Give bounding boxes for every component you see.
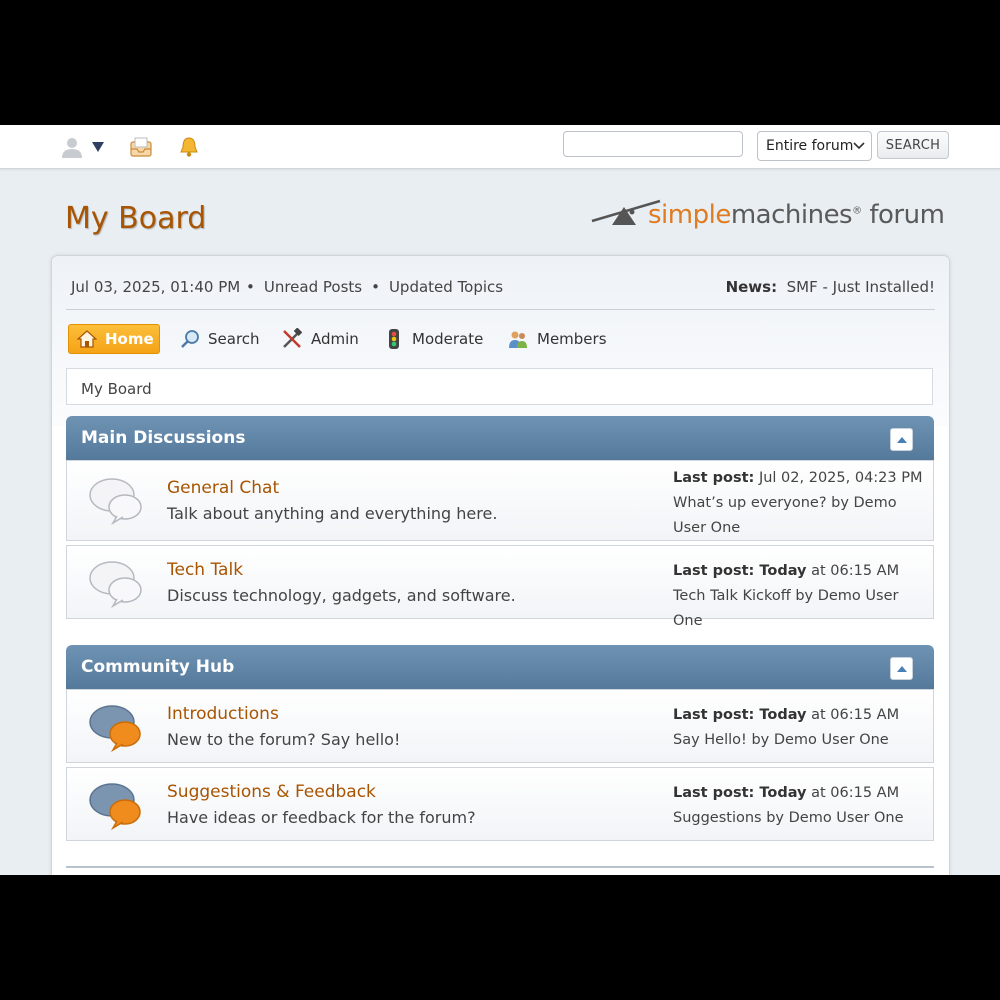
speech-bubbles-new-icon: [89, 705, 141, 753]
board-title-link[interactable]: General Chat: [167, 478, 279, 498]
quick-links: • Unread Posts • Updated Topics: [246, 278, 504, 296]
category-community-hub: Community Hub Introductions New to the f…: [66, 645, 934, 841]
board-title-link[interactable]: Introductions: [167, 704, 279, 724]
current-datetime: Jul 03, 2025, 01:40 PM: [71, 278, 241, 296]
board-last-post: Last post: Today at 06:15 AM Suggestions…: [673, 785, 904, 826]
user-menu-dropdown[interactable]: [86, 135, 110, 159]
news-text: SMF - Just Installed!: [786, 278, 935, 296]
tools-icon: [283, 328, 303, 348]
last-post-topic-link[interactable]: Tech Talk Kickoff by Demo User One: [673, 588, 898, 629]
members-icon: [509, 331, 527, 348]
last-post-topic-link[interactable]: Suggestions by Demo User One: [673, 810, 904, 826]
board-description: New to the forum? Say hello!: [167, 730, 401, 749]
search-input[interactable]: [563, 131, 743, 157]
board-description: Have ideas or feedback for the forum?: [167, 808, 476, 827]
news-ticker: News: SMF - Just Installed!: [726, 278, 935, 296]
traffic-light-icon: [389, 329, 399, 349]
board-title-link[interactable]: Tech Talk: [167, 560, 243, 580]
chevron-up-icon: [896, 665, 907, 672]
home-icon: [77, 330, 97, 348]
chevron-up-icon: [896, 436, 907, 443]
user-avatar-icon: [62, 138, 82, 158]
unread-posts-link[interactable]: Unread Posts: [264, 278, 362, 296]
board-title-link[interactable]: Suggestions & Feedback: [167, 782, 376, 802]
caret-down-icon: [92, 142, 104, 152]
top-bar: Entire forum SEARCH: [0, 125, 1000, 169]
category-title[interactable]: Main Discussions: [81, 428, 245, 448]
smf-logo[interactable]: simplemachines® forum: [590, 195, 945, 235]
board-last-post: Last post: Jul 02, 2025, 04:23 PM What’s…: [673, 470, 923, 536]
magnifier-icon: [181, 330, 199, 348]
board-row: Introductions New to the forum? Say hell…: [66, 689, 934, 763]
browser-viewport: Entire forum SEARCH My Board simplemachi…: [0, 125, 1000, 875]
upper-section: Jul 03, 2025, 01:40 PM • Unread Posts • Upd…: [66, 256, 935, 310]
menu-search[interactable]: Search: [180, 324, 260, 354]
board-last-post: Last post: Today at 06:15 AM Say Hello! …: [673, 707, 900, 748]
breadcrumb-home-link[interactable]: My Board: [81, 380, 152, 398]
menu-members[interactable]: Members: [507, 324, 607, 354]
alerts-button[interactable]: [177, 135, 201, 159]
category-header: Main Discussions: [66, 416, 934, 460]
speech-bubbles-new-icon: [89, 783, 141, 831]
forum-title[interactable]: My Board: [65, 201, 206, 236]
collapse-category-button[interactable]: [890, 428, 913, 451]
section-divider: [66, 866, 934, 868]
speech-bubbles-gray-icon: [89, 478, 142, 526]
category-main-discussions: Main Discussions General Chat Talk about…: [66, 416, 934, 629]
messages-button[interactable]: [129, 135, 153, 159]
collapse-category-button[interactable]: [890, 657, 913, 680]
board-row: Tech Talk Discuss technology, gadgets, a…: [66, 545, 934, 629]
board-row: General Chat Talk about anything and eve…: [66, 460, 934, 541]
user-menu[interactable]: [60, 135, 84, 159]
board-row: Suggestions & Feedback Have ideas or fee…: [66, 767, 934, 841]
speech-bubbles-gray-icon: [89, 561, 142, 609]
board-description: Discuss technology, gadgets, and softwar…: [167, 586, 516, 605]
bell-icon: [180, 137, 198, 157]
breadcrumb: My Board: [66, 368, 933, 405]
category-title[interactable]: Community Hub: [81, 657, 234, 677]
smf-logo-text: simplemachines® forum: [648, 200, 945, 230]
search-button[interactable]: SEARCH: [877, 131, 949, 159]
category-header: Community Hub: [66, 645, 934, 689]
updated-topics-link[interactable]: Updated Topics: [389, 278, 503, 296]
last-post-topic-link[interactable]: What’s up everyone? by Demo User One: [673, 495, 897, 536]
inbox-icon: [130, 137, 152, 157]
search-scope-select[interactable]: Entire forum: [757, 131, 872, 161]
content-wrapper: Jul 03, 2025, 01:40 PM • Unread Posts • Upd…: [51, 255, 950, 875]
board-description: Talk about anything and everything here.: [167, 504, 498, 523]
last-post-topic-link[interactable]: Say Hello! by Demo User One: [673, 732, 889, 748]
search-scope-value: Entire forum: [766, 138, 854, 154]
menu-admin[interactable]: Admin: [281, 324, 359, 354]
news-label: News:: [725, 278, 778, 296]
menu-home[interactable]: Home: [68, 324, 160, 354]
chevron-down-icon: [853, 142, 865, 150]
board-last-post: Last post: Today at 06:15 AM Tech Talk K…: [673, 563, 900, 629]
menu-moderate[interactable]: Moderate: [384, 324, 483, 354]
